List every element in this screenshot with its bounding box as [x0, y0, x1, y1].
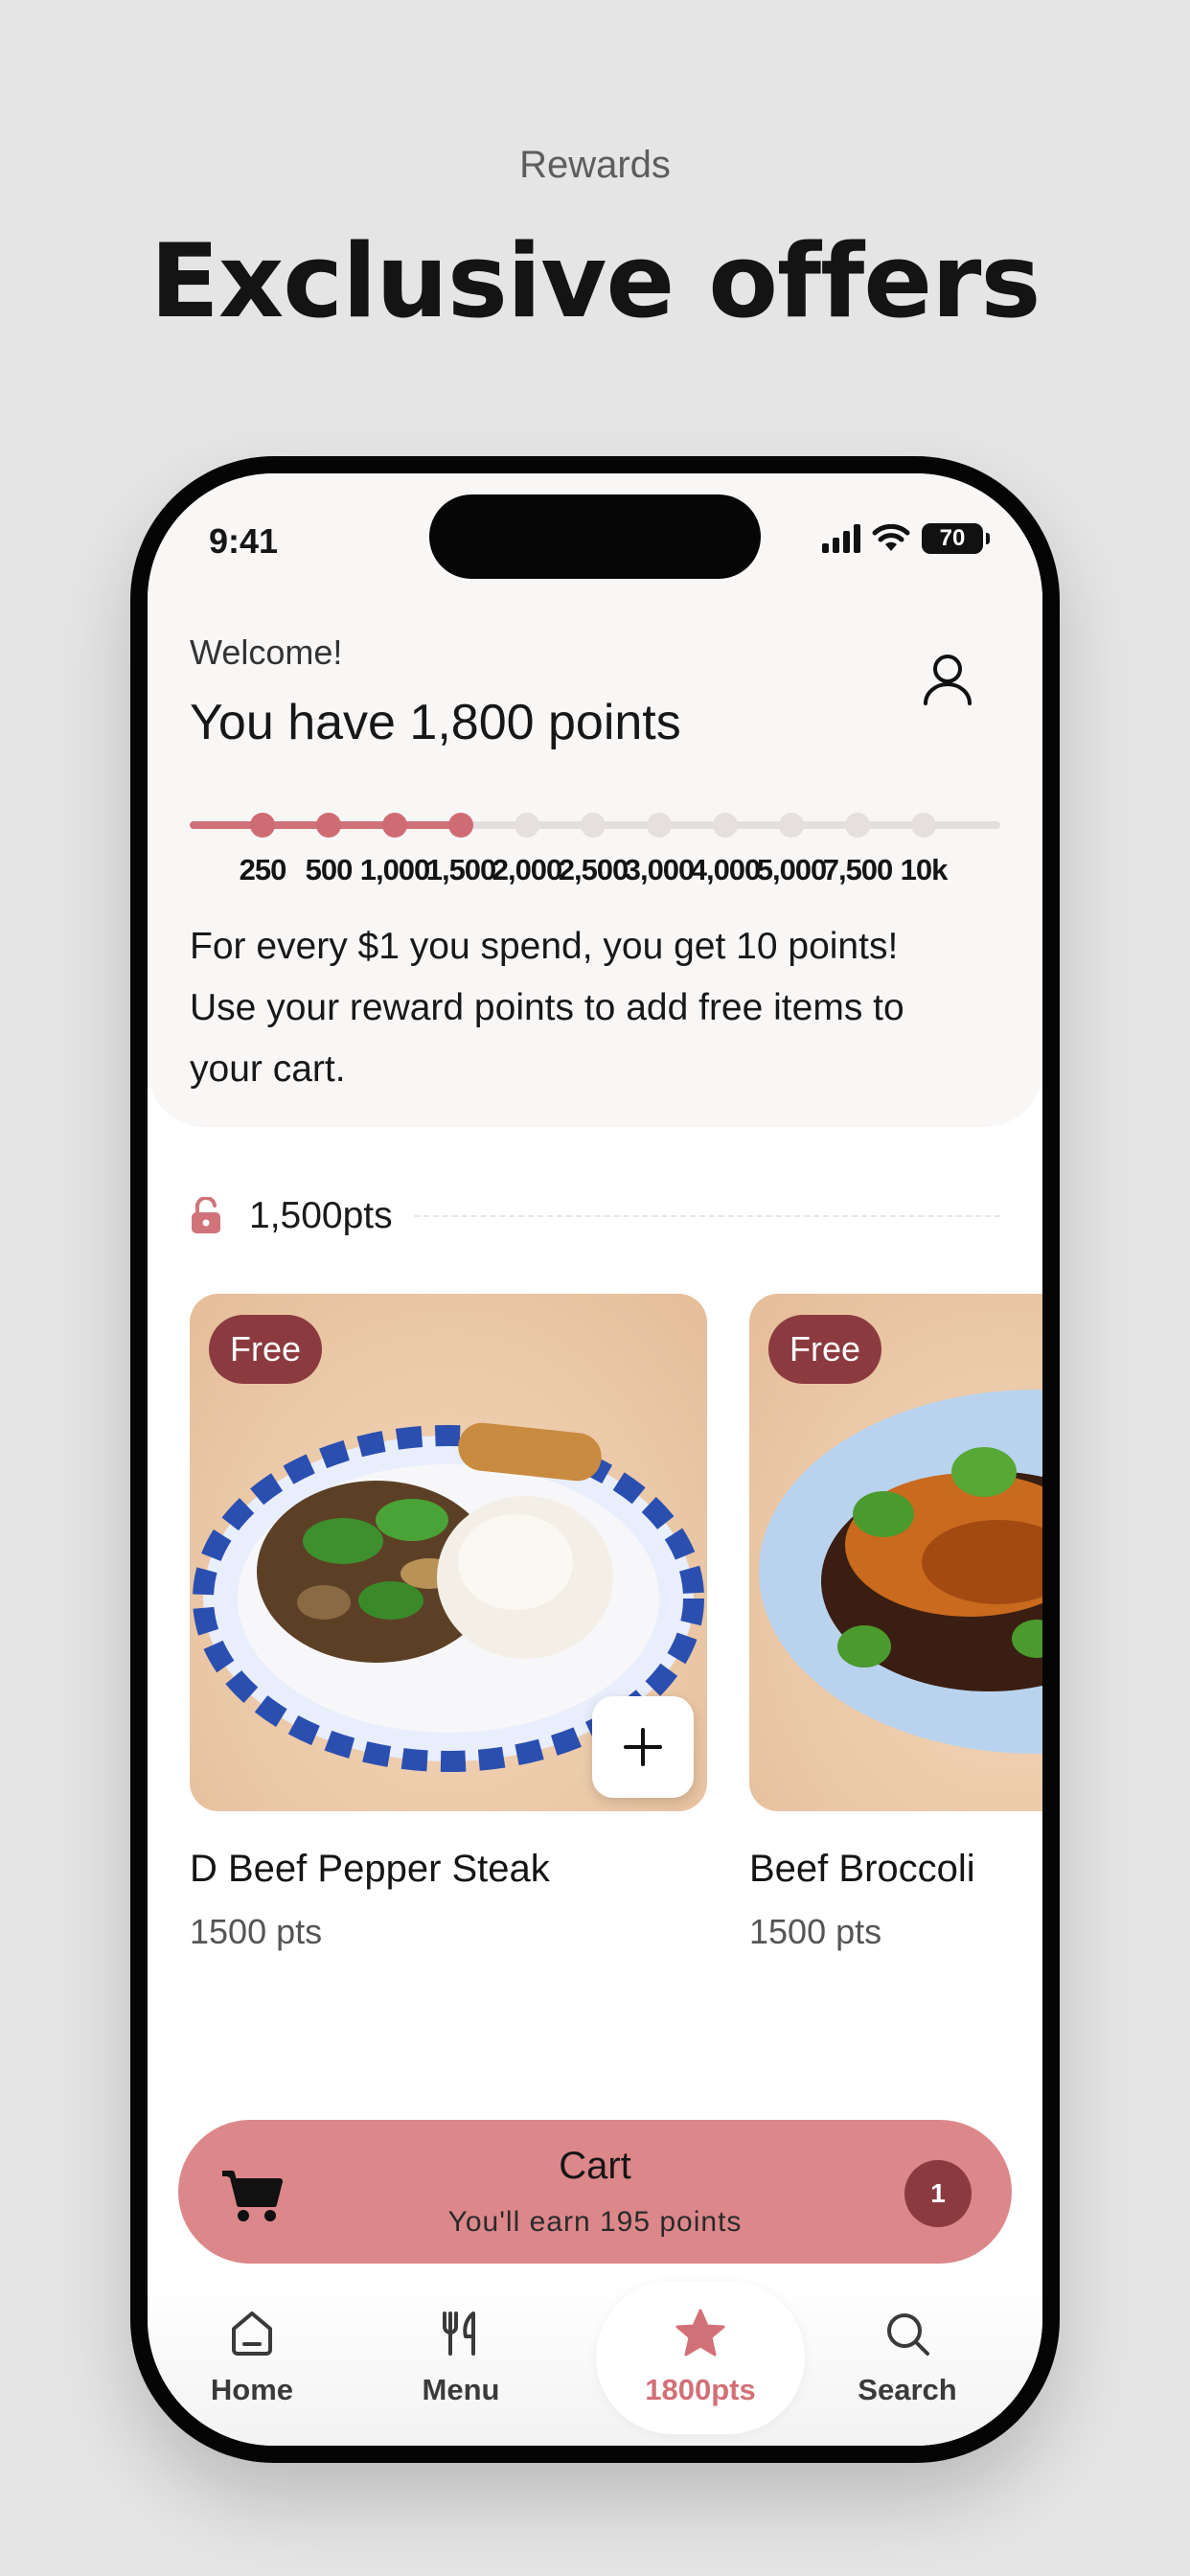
cart-count-badge: 1 — [904, 2160, 972, 2227]
points-progress-bar — [190, 805, 1000, 843]
tab-menu[interactable]: Menu — [356, 2275, 565, 2446]
add-to-cart-button[interactable] — [592, 1696, 694, 1798]
progress-dot — [382, 813, 407, 838]
promo-kicker: Rewards — [519, 144, 671, 186]
welcome-text: Welcome! — [190, 632, 343, 672]
progress-tick-label: 2,500 — [558, 853, 629, 886]
tab-label: Home — [210, 2373, 294, 2406]
progress-tick-label: 4,000 — [690, 853, 762, 886]
free-badge: Free — [768, 1315, 882, 1384]
tab-rewards[interactable]: 1800pts — [596, 2275, 805, 2446]
progress-tick-label: 250 — [239, 853, 287, 886]
promo-title: Exclusive offers — [149, 222, 1041, 340]
progress-dot — [515, 813, 539, 838]
progress-tick-label: 500 — [305, 853, 354, 886]
tab-home[interactable]: Home — [148, 2275, 356, 2446]
status-icons: 70 — [822, 523, 990, 554]
cart-subtitle: You'll earn 195 points — [447, 2206, 743, 2238]
plus-icon — [624, 1728, 662, 1766]
reward-name: Beef Broccoli — [749, 1848, 975, 1890]
star-icon — [675, 2309, 725, 2357]
progress-tick-label: 1,500 — [425, 853, 497, 886]
progress-tick-label: 1,000 — [359, 853, 431, 886]
reward-points: 1500 pts — [749, 1912, 882, 1951]
profile-icon[interactable] — [914, 646, 981, 713]
cart-button[interactable]: Cart You'll earn 195 points 1 — [178, 2120, 1012, 2264]
points-balance: You have 1,800 points — [190, 695, 681, 750]
battery-icon: 70 — [922, 523, 990, 554]
progress-dot — [250, 813, 275, 838]
progress-dot — [911, 813, 936, 838]
progress-dot — [581, 813, 606, 838]
reward-card[interactable]: Free Beef Broccoli 1500 pts — [749, 1294, 1042, 1952]
cart-title: Cart — [559, 2145, 631, 2187]
tab-label: 1800pts — [645, 2373, 756, 2406]
reward-points: 1500 pts — [190, 1912, 323, 1951]
tier-header: 1,500pts — [190, 1192, 1000, 1240]
home-icon — [232, 2312, 272, 2356]
progress-dot — [448, 813, 473, 838]
info-line: Use your reward points to add free items… — [190, 987, 904, 1028]
progress-tick-label: 7,500 — [822, 853, 894, 886]
tab-label: Search — [858, 2373, 957, 2406]
phone-frame: 9:41 70 Welcome! You have 1,800 points 2… — [130, 456, 1060, 2463]
info-line: your cart. — [190, 1048, 346, 1090]
progress-dot — [779, 813, 804, 838]
reward-image: Free — [190, 1294, 707, 1811]
progress-tick-label: 5,000 — [756, 853, 828, 886]
reward-name: D Beef Pepper Steak — [190, 1848, 550, 1890]
tab-bar: Home Menu 1800pts Search — [148, 2275, 1042, 2446]
reward-card[interactable]: Free D Beef Pepper Steak 1500 pts — [190, 1294, 707, 1952]
tier-label: 1,500pts — [249, 1195, 393, 1236]
divider — [413, 1215, 1000, 1217]
progress-dot — [316, 813, 341, 838]
free-badge: Free — [209, 1315, 323, 1384]
status-time: 9:41 — [209, 521, 279, 561]
cellular-signal-icon — [822, 524, 860, 553]
search-icon — [887, 2313, 929, 2356]
progress-tick-labels: 250 500 1,000 1,500 2,000 2,500 3,000 4,000 5,00… — [190, 853, 1000, 891]
dynamic-island — [429, 494, 761, 579]
points-info: For every $1 you spend, you get 10 point… — [190, 916, 1000, 1100]
progress-dot — [845, 813, 870, 838]
progress-tick-label: 3,000 — [624, 853, 696, 886]
tab-search[interactable]: Search — [803, 2275, 1012, 2446]
utensils-icon — [443, 2312, 475, 2356]
unlock-icon — [192, 1197, 220, 1233]
info-line: For every $1 you spend, you get 10 point… — [190, 926, 899, 967]
progress-tick-label: 2,000 — [492, 853, 563, 886]
reward-image: Free — [749, 1294, 1042, 1811]
progress-dot — [713, 813, 738, 838]
wifi-icon — [872, 524, 910, 551]
tab-label: Menu — [422, 2373, 500, 2406]
app-screen: 9:41 70 Welcome! You have 1,800 points 2… — [148, 473, 1042, 2446]
progress-tick-label: 10k — [900, 853, 949, 886]
progress-dot — [647, 813, 672, 838]
